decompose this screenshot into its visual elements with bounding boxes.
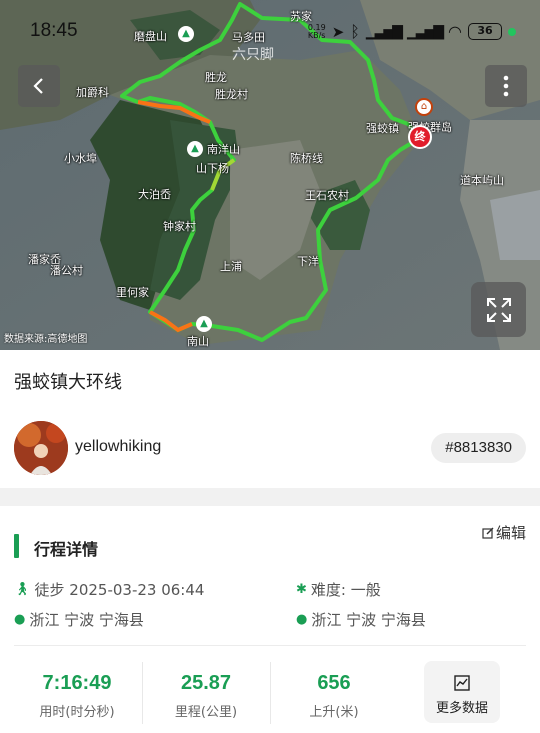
mountain-icon: ▲ <box>196 316 212 332</box>
map-label: 下洋 <box>297 255 319 268</box>
start-location-info: ● 浙江 宁波 宁海县 <box>14 609 144 630</box>
location-icon: ➤ <box>331 22 345 41</box>
section-divider <box>0 488 540 506</box>
more-button[interactable] <box>485 65 527 107</box>
hotel-icon: ⌂ <box>415 98 433 116</box>
stat-duration: 7:16:49 用时(时分秒) <box>14 672 140 720</box>
map-label: 里何家 <box>116 286 149 299</box>
map-label: 陈桥线 <box>290 152 323 165</box>
route-id-badge[interactable]: #8813830 <box>431 433 526 463</box>
location-pin-icon: ● <box>14 612 26 627</box>
difficulty-info: ✱ 难度: 一般 <box>296 579 381 600</box>
stat-label: 用时(时分秒) <box>39 705 115 720</box>
end-location-text: 浙江 宁波 宁海县 <box>311 611 426 629</box>
map-label: 小水埠 <box>64 152 97 165</box>
stat-ascent: 656 上升(米) <box>271 672 397 720</box>
more-data-button[interactable]: 更多数据 <box>424 661 500 723</box>
map-label: 胜龙 <box>205 71 227 84</box>
map-label: 王石农村 <box>305 189 349 202</box>
chevron-left-icon <box>33 78 43 94</box>
end-marker: 终 <box>408 125 432 149</box>
clock: 18:45 <box>30 20 78 41</box>
author-row[interactable]: yellowhiking #8813830 <box>14 421 526 475</box>
map-label: 山下杨 <box>196 162 229 175</box>
stat-value: 656 <box>317 672 351 694</box>
battery-icon: 36 <box>468 23 502 40</box>
status-dot <box>508 27 516 36</box>
location-pin-icon: ● <box>296 612 308 627</box>
more-data-label: 更多数据 <box>435 701 488 716</box>
map-label: 大泊岙 <box>138 188 171 201</box>
mountain-icon: ▲ <box>187 141 203 157</box>
expand-icon <box>486 297 511 322</box>
wifi-icon: ◠ <box>448 22 462 41</box>
activity-text: 徒步 2025-03-23 06:44 <box>34 581 205 599</box>
route-map[interactable]: 磨盘山 马多田 苏家 加爵科 胜龙 胜龙村 强蛟镇 强蛟群岛 小水埠 南洋山 山… <box>0 0 540 350</box>
stat-distance: 25.87 里程(公里) <box>143 672 269 720</box>
more-vertical-icon <box>503 75 509 97</box>
signal-icon: ▁▃▅▇ <box>406 23 444 40</box>
bluetooth-icon: ᛒ <box>350 22 360 41</box>
map-label: 加爵科 <box>76 86 109 99</box>
map-label: 钟家村 <box>163 220 196 233</box>
fullscreen-button[interactable] <box>471 282 526 337</box>
stat-value: 25.87 <box>180 672 232 694</box>
activity-info: 🚶︎ 徒步 2025-03-23 06:44 <box>14 579 204 600</box>
edit-icon <box>482 527 494 539</box>
edit-label: 编辑 <box>496 524 527 542</box>
author-name[interactable]: yellowhiking <box>75 438 161 456</box>
divider <box>14 645 526 646</box>
map-label: 南洋山 <box>207 143 240 156</box>
map-source: 数据来源:高德地图 <box>4 334 88 345</box>
avatar-image <box>14 421 68 475</box>
map-label: 强蛟镇 <box>366 122 399 135</box>
avatar[interactable] <box>14 421 68 475</box>
map-label: 道本屿山 <box>460 174 504 187</box>
difficulty-icon: ✱ <box>296 582 307 597</box>
start-location-text: 浙江 宁波 宁海县 <box>29 611 144 629</box>
status-icons: 0.19 KB/s ➤ ᛒ ▁▃▅▇ ▁▃▅▇ ◠ 36 <box>308 22 516 41</box>
signal-icon: ▁▃▅▇ <box>365 23 403 40</box>
stat-label: 上升(米) <box>309 705 359 720</box>
chart-icon <box>424 675 500 695</box>
stat-value: 7:16:49 <box>42 672 112 694</box>
map-label: 南山 <box>187 335 209 348</box>
map-label: 潘公村 <box>50 264 83 277</box>
route-title: 强蛟镇大环线 <box>14 372 122 393</box>
hiking-icon: 🚶︎ <box>14 582 31 597</box>
section-title: 行程详情 <box>34 540 99 559</box>
section-accent <box>14 534 19 558</box>
status-bar: 18:45 0.19 KB/s ➤ ᛒ ▁▃▅▇ ▁▃▅▇ ◠ 36 <box>0 0 540 62</box>
difficulty-text: 难度: 一般 <box>310 581 381 599</box>
map-label: 上浦 <box>220 260 242 273</box>
network-speed: 0.19 KB/s <box>307 22 326 40</box>
end-location-info: ● 浙江 宁波 宁海县 <box>296 609 426 630</box>
map-label: 胜龙村 <box>215 88 248 101</box>
edit-button[interactable]: 编辑 <box>482 522 526 543</box>
stat-label: 里程(公里) <box>174 705 238 720</box>
back-button[interactable] <box>18 65 60 107</box>
